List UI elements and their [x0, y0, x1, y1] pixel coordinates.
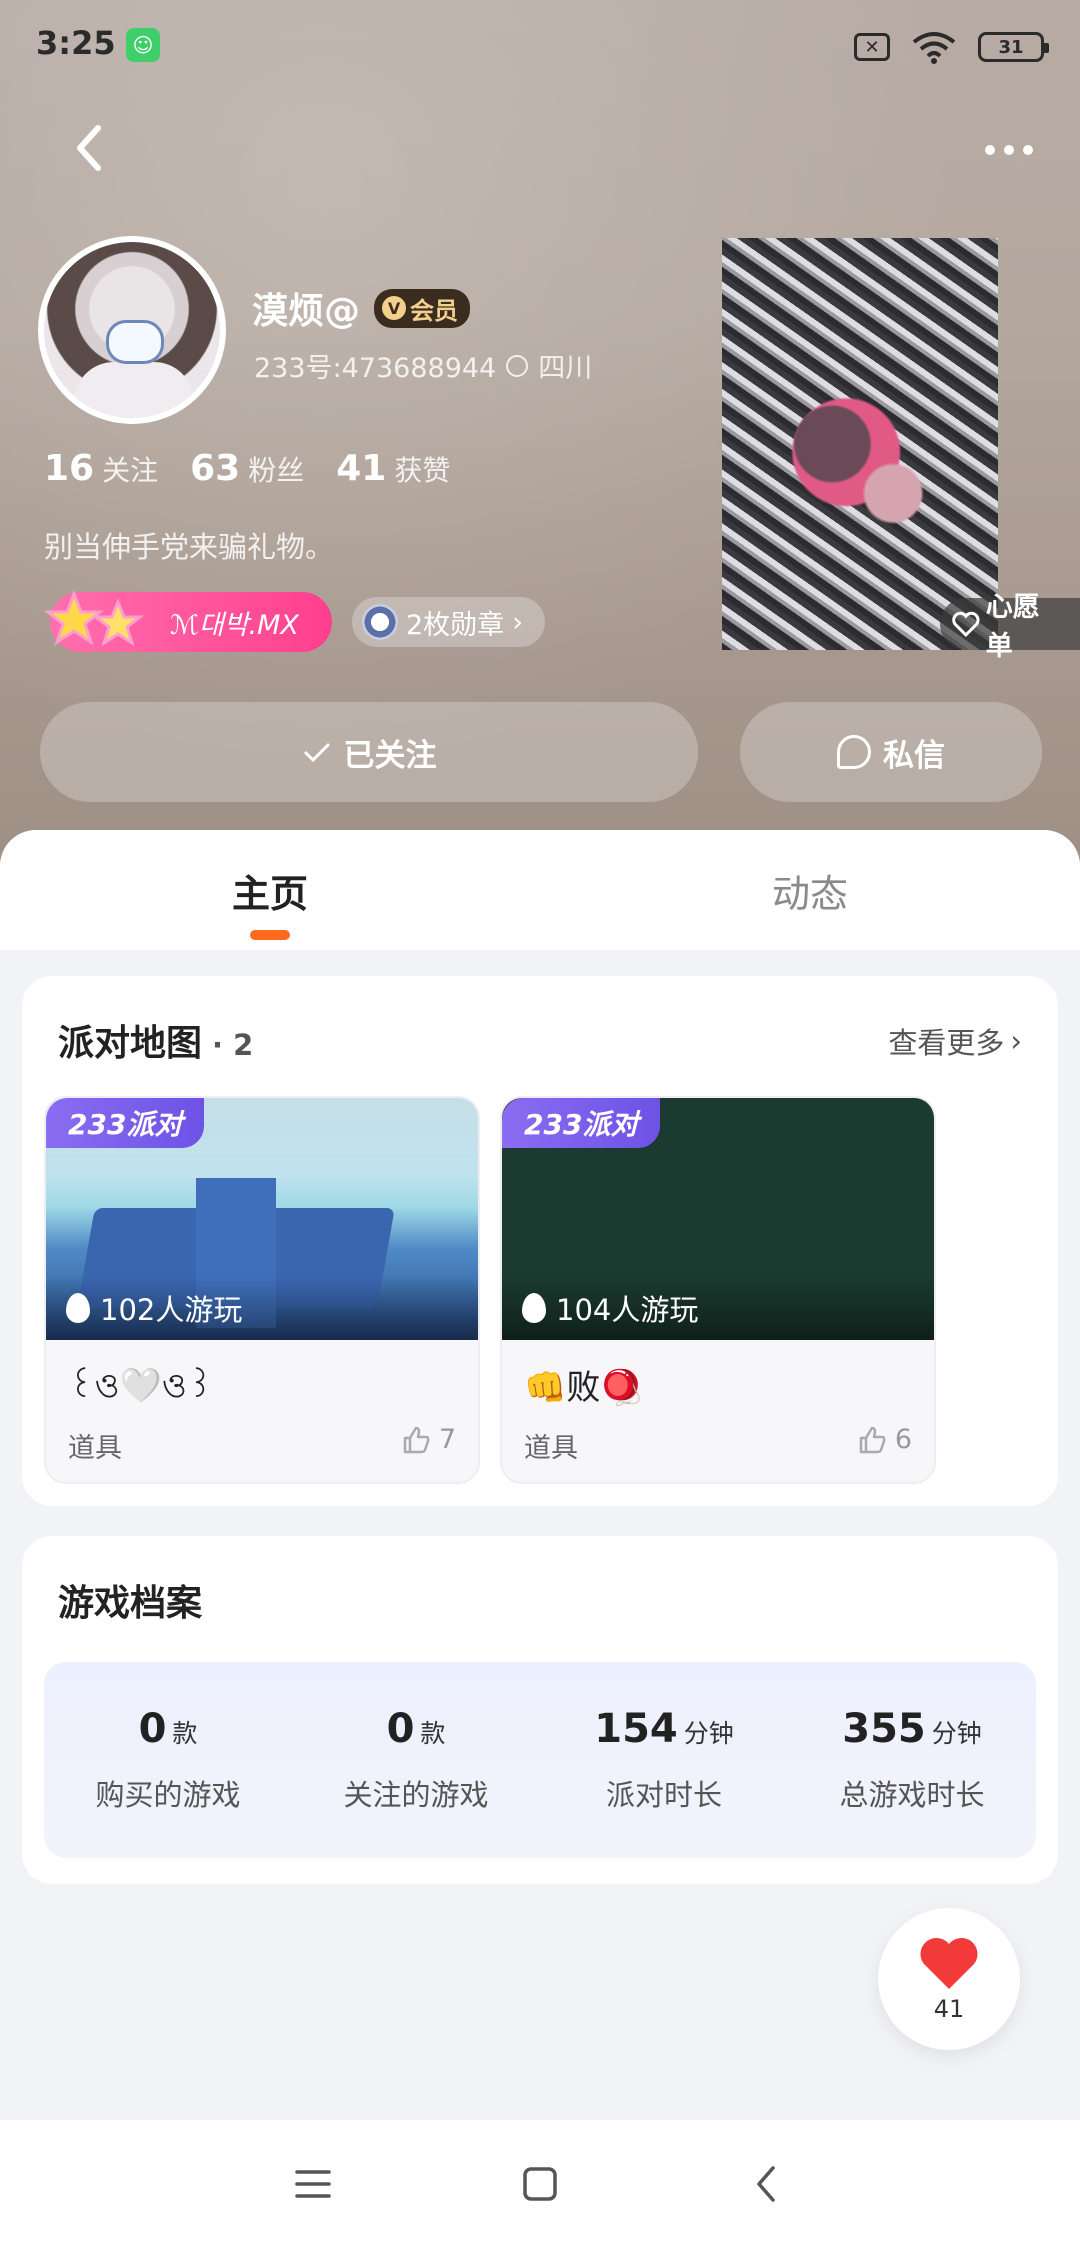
map-card[interactable]: 233派对 102人游玩 ꒰ও🤍ও꒱ 道具 7	[44, 1096, 480, 1484]
user-id: 233号:473688944	[254, 353, 497, 384]
map-name: ꒰ও🤍ও꒱	[68, 1366, 214, 1406]
map-thumbnail: 233派对 102人游玩	[46, 1098, 478, 1340]
no-sim-icon: ✕	[854, 33, 890, 61]
map-likes[interactable]: 7	[401, 1424, 456, 1455]
archive-stat-followed[interactable]: 0款 关注的游戏	[292, 1662, 540, 1858]
status-time: 3:25	[36, 24, 116, 62]
chevron-right-icon: ›	[512, 606, 523, 638]
stars-icon	[44, 589, 145, 647]
archive-stat-party-time[interactable]: 154 分钟 派对时长	[540, 1662, 788, 1858]
wishlist-button[interactable]: 心愿单	[940, 592, 1080, 662]
chat-bubble-icon	[837, 735, 871, 769]
status-icons: ✕ 31	[854, 30, 1049, 64]
flame-icon	[66, 1293, 90, 1323]
app-notification-icon: ☺	[126, 28, 160, 62]
party-maps-count: · 2	[212, 1028, 254, 1062]
username: 漠烦@	[252, 291, 361, 332]
wishlist-cover[interactable]	[722, 238, 998, 650]
medal-icon	[362, 604, 398, 640]
brand-tag: 233派对	[46, 1098, 205, 1148]
followed-button[interactable]: 已关注	[40, 702, 698, 802]
wifi-icon	[912, 32, 956, 64]
map-type: 道具	[524, 1433, 578, 1464]
vip-label: 会员	[410, 296, 459, 325]
medals-label: 2枚勋章	[406, 609, 505, 641]
tab-activity[interactable]: 动态	[540, 830, 1080, 950]
status-bar: 3:25 ☺ ✕ 31	[0, 0, 1080, 96]
stat-followers[interactable]: 63 粉丝	[190, 448, 304, 489]
game-archive-title: 游戏档案	[58, 1583, 203, 1624]
game-archive-stats: 0款 购买的游戏 0款 关注的游戏 154 分钟 派对时长 355 分钟 总游戏时长	[44, 1662, 1036, 1858]
avatar[interactable]	[38, 236, 226, 424]
more-options-button[interactable]	[974, 130, 1044, 170]
vip-icon: V	[382, 296, 407, 320]
tab-bar: 主页 动态	[0, 830, 1080, 950]
medals-button[interactable]: 2枚勋章 ›	[352, 597, 545, 647]
username-row: 漠烦@ V 会员	[252, 282, 471, 334]
home-square-icon[interactable]	[500, 2144, 580, 2224]
message-button[interactable]: 私信	[740, 702, 1042, 802]
archive-stat-purchased[interactable]: 0款 购买的游戏	[44, 1662, 292, 1858]
map-card[interactable]: 233派对 104人游玩 👊败🪀 道具 6	[500, 1096, 936, 1484]
heart-outline-icon	[952, 611, 980, 637]
archive-stat-total-time[interactable]: 355 分钟 总游戏时长	[788, 1662, 1036, 1858]
thumbs-up-icon	[859, 1426, 886, 1453]
title-badge[interactable]: ℳ대박.MX	[44, 589, 332, 652]
map-thumbnail: 233派对 104人游玩	[502, 1098, 934, 1340]
map-type: 道具	[68, 1433, 122, 1464]
bio: 别当伸手党来骗礼物。	[44, 530, 335, 564]
action-row: 已关注 私信	[40, 702, 1042, 802]
like-button[interactable]: 41	[878, 1908, 1020, 2050]
game-archive-card: 游戏档案 0款 购买的游戏 0款 关注的游戏 154 分钟 派对时长 355 分钟 …	[22, 1536, 1058, 1884]
heart-icon	[920, 1937, 978, 1989]
party-maps-title: 派对地图 · 2	[58, 1023, 254, 1064]
check-icon	[303, 742, 330, 763]
chevron-right-icon: ›	[1010, 1024, 1022, 1058]
tab-home[interactable]: 主页	[0, 830, 540, 950]
map-likes[interactable]: 6	[857, 1424, 912, 1455]
player-count: 102人游玩	[46, 1276, 478, 1340]
flame-icon	[522, 1293, 546, 1323]
see-more-link[interactable]: 查看更多 ›	[888, 1020, 1022, 1062]
system-nav-bar	[0, 2120, 1080, 2248]
title-badge-label: ℳ대박.MX	[170, 609, 299, 641]
badge-row: ℳ대박.MX 2枚勋章 ›	[44, 589, 545, 652]
map-name: 👊败🪀	[524, 1368, 643, 1408]
sticker-icon	[106, 320, 164, 364]
copy-icon[interactable]	[506, 354, 529, 377]
battery-icon: 31	[978, 32, 1049, 62]
profile-header: 3:25 ☺ ✕ 31 漠烦@ V 会员 233号:473688944 四川 1…	[0, 0, 1080, 880]
profile-stats: 16 关注 63 粉丝 41 获赞	[44, 448, 450, 489]
stat-following[interactable]: 16 关注	[44, 448, 158, 489]
brand-tag: 233派对	[502, 1098, 661, 1148]
vip-badge[interactable]: V 会员	[374, 288, 471, 328]
party-maps-card: 派对地图 · 2 查看更多 › 233派对 102人游玩 ꒰ও🤍ও꒱ 道具 7 …	[22, 976, 1058, 1506]
menu-icon[interactable]	[273, 2144, 353, 2224]
nav-back-icon[interactable]	[727, 2144, 807, 2224]
user-location: 四川	[538, 353, 593, 384]
user-meta: 233号:473688944 四川	[254, 346, 592, 385]
stat-likes[interactable]: 41 获赞	[336, 448, 450, 489]
thumbs-up-icon	[403, 1426, 430, 1453]
player-count: 104人游玩	[502, 1276, 934, 1340]
back-button[interactable]	[62, 118, 122, 178]
like-count: 41	[933, 1995, 965, 2023]
